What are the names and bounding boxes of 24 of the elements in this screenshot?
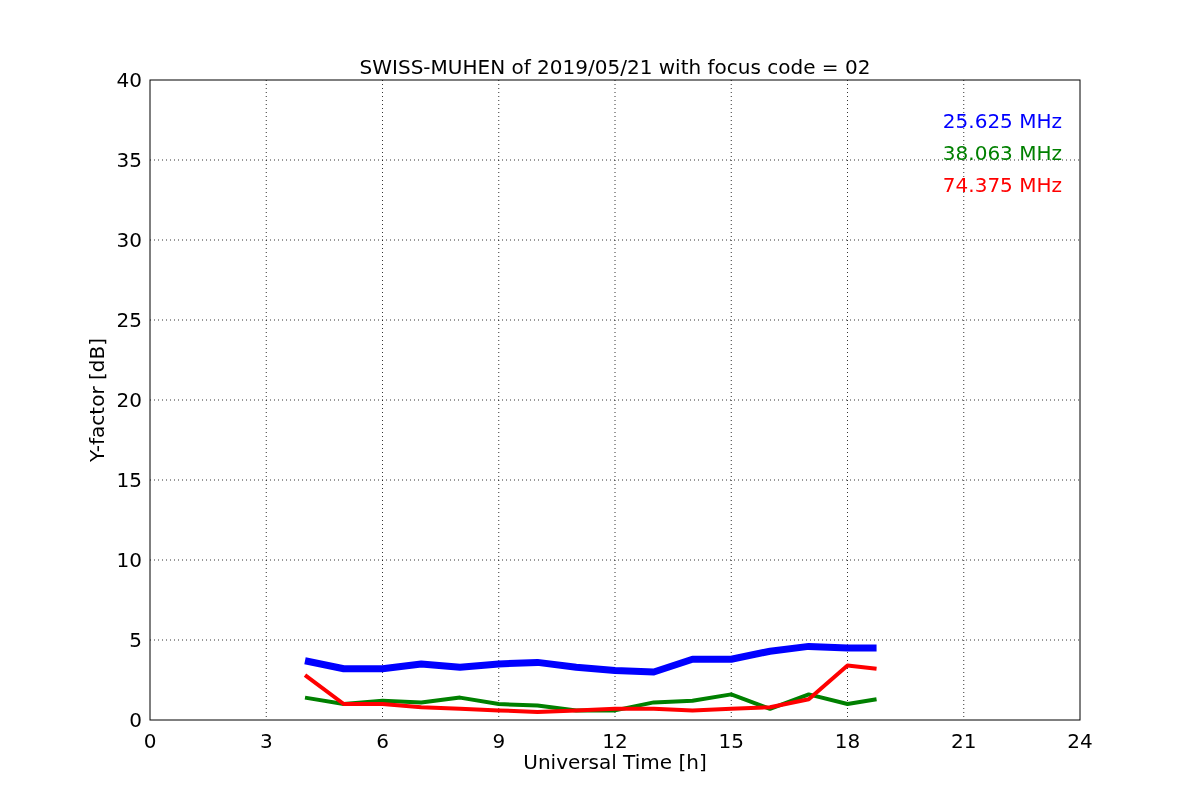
legend-label: 38.063 MHz (942, 141, 1062, 165)
x-tick-label: 9 (492, 729, 506, 753)
legend-label: 74.375 MHz (942, 173, 1062, 197)
x-tick-label: 6 (376, 729, 389, 753)
y-axis-label: Y-factor [dB] (85, 338, 109, 462)
y-tick-label: 10 (116, 548, 142, 572)
x-tick-label: 15 (718, 729, 744, 753)
y-tick-label: 30 (116, 228, 142, 252)
y-tick-label: 40 (116, 68, 142, 92)
y-tick-label: 25 (116, 308, 142, 332)
x-tick-label: 18 (834, 729, 861, 753)
x-tick-label: 21 (951, 729, 977, 753)
x-axis-label: Universal Time [h] (523, 750, 707, 774)
x-tick-label: 3 (259, 729, 273, 753)
y-tick-label: 20 (116, 388, 142, 412)
x-tick-label: 12 (602, 729, 628, 753)
x-tick-label: 24 (1067, 729, 1093, 753)
x-tick-label: 0 (143, 729, 157, 753)
chart-title: SWISS-MUHEN of 2019/05/21 with focus code = 02 (359, 55, 871, 79)
y-tick-label: 0 (129, 708, 142, 732)
legend-label: 25.625 MHz (942, 109, 1062, 133)
y-tick-label: 15 (116, 468, 142, 492)
y-tick-label: 35 (116, 148, 142, 172)
y-tick-label: 5 (129, 628, 142, 652)
